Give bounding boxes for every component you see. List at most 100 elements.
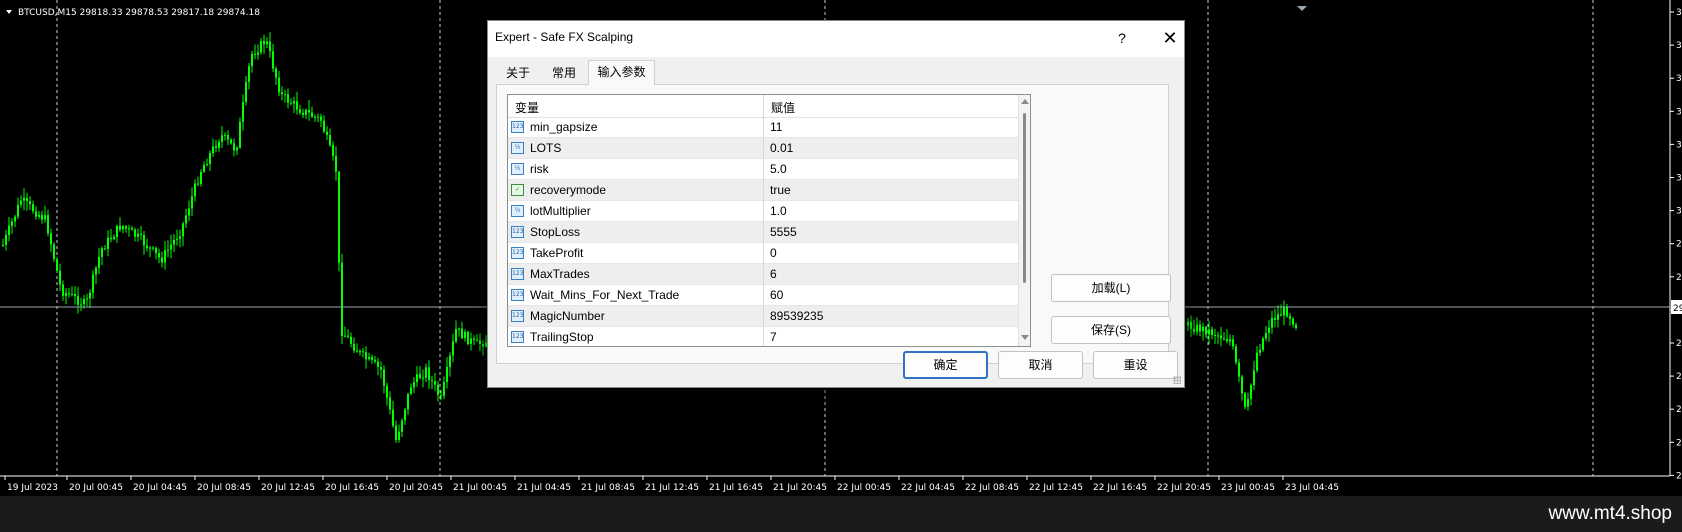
candle-body xyxy=(110,237,112,240)
table-row[interactable]: ½ lotMultiplier 1.0 xyxy=(508,201,1018,222)
save-button[interactable]: 保存(S) xyxy=(1051,316,1171,344)
candle-body xyxy=(167,249,169,251)
header-variable[interactable]: 变量 xyxy=(515,99,539,116)
parameter-value[interactable]: true xyxy=(770,183,791,197)
candle-body xyxy=(386,385,388,398)
table-row[interactable]: 123 MagicNumber 89539235 xyxy=(508,306,1018,327)
candle-body xyxy=(143,235,145,246)
parameter-name: LOTS xyxy=(530,141,562,155)
candle-body xyxy=(299,109,301,113)
candle-body xyxy=(305,109,307,115)
candle-body xyxy=(32,204,34,212)
candle-body xyxy=(281,92,283,95)
cancel-button[interactable]: 取消 xyxy=(998,351,1083,379)
time-tick-label: 22 Jul 08:45 xyxy=(965,483,1019,493)
parameter-value[interactable]: 5555 xyxy=(770,225,797,239)
footer-bar xyxy=(0,496,1682,532)
candle-body xyxy=(158,253,160,258)
candle-body xyxy=(104,248,106,250)
parameters-table[interactable]: 变量 赋值 123 min_gapsize 11 ½ LOTS 0.01 ½ risk 5.0 ✓… xyxy=(507,94,1031,347)
load-button[interactable]: 加载(L) xyxy=(1051,274,1171,302)
candle-body xyxy=(1289,316,1291,319)
header-separator[interactable] xyxy=(763,95,764,117)
candle-body xyxy=(1250,385,1252,399)
price-tick-label: 30192.50 xyxy=(1676,140,1682,150)
vertical-scrollbar[interactable] xyxy=(1018,95,1030,346)
tab-about[interactable]: 关于 xyxy=(498,62,538,84)
help-button[interactable]: ? xyxy=(1110,27,1134,49)
candle-body xyxy=(1205,326,1207,335)
header-value[interactable]: 赋值 xyxy=(771,99,795,116)
candle-body xyxy=(473,338,475,340)
candle-body xyxy=(287,94,289,103)
parameter-value[interactable]: 60 xyxy=(770,288,783,302)
table-row[interactable]: 123 Wait_Mins_For_Next_Trade 60 xyxy=(508,285,1018,306)
candle-body xyxy=(113,237,115,240)
parameter-value[interactable]: 89539235 xyxy=(770,309,823,323)
candle-body xyxy=(119,225,121,230)
candle-body xyxy=(140,233,142,235)
parameter-value[interactable]: 0 xyxy=(770,246,777,260)
candle-body xyxy=(185,215,187,224)
table-row[interactable]: ½ LOTS 0.01 xyxy=(508,138,1018,159)
candle-body xyxy=(467,331,469,344)
candle-body xyxy=(1271,317,1273,328)
candle-body xyxy=(431,380,433,382)
candle-body xyxy=(413,382,415,388)
candle-body xyxy=(92,274,94,293)
candle-body xyxy=(356,350,358,352)
candle-body xyxy=(239,121,241,148)
table-row[interactable]: 123 StopLoss 5555 xyxy=(508,222,1018,243)
table-row[interactable]: 123 TrailingStop 7 xyxy=(508,327,1018,346)
scroll-down-icon[interactable] xyxy=(1021,335,1029,340)
table-row[interactable]: 123 MaxTrades 6 xyxy=(508,264,1018,285)
parameter-value[interactable]: 5.0 xyxy=(770,162,787,176)
tab-input-parameters[interactable]: 输入参数 xyxy=(588,60,655,85)
candle-body xyxy=(152,247,154,249)
candle-body xyxy=(188,208,190,216)
candle-body xyxy=(320,116,322,121)
price-tick-label: 29548.40 xyxy=(1676,471,1682,481)
integer-icon: 123 xyxy=(511,226,524,238)
parameter-name: TrailingStop xyxy=(530,330,594,344)
candle-body xyxy=(1190,321,1192,329)
price-tick-label: 29740.30 xyxy=(1676,372,1682,382)
time-tick-label: 21 Jul 00:45 xyxy=(453,483,507,493)
tab-common[interactable]: 常用 xyxy=(544,62,584,84)
candle-body xyxy=(197,183,199,185)
candle-body xyxy=(1241,376,1243,394)
table-row[interactable]: ✓ recoverymode true xyxy=(508,180,1018,201)
parameter-value[interactable]: 1.0 xyxy=(770,204,787,218)
reset-button[interactable]: 重设 xyxy=(1093,351,1178,379)
double-icon: ½ xyxy=(511,205,524,217)
parameter-name: MaxTrades xyxy=(530,267,590,281)
candle-body xyxy=(59,270,61,285)
parameter-value[interactable]: 11 xyxy=(770,120,782,134)
time-tick-label: 20 Jul 20:45 xyxy=(389,483,443,493)
dialog-titlebar[interactable]: Expert - Safe FX Scalping ? ✕ xyxy=(488,21,1184,57)
candle-body xyxy=(1223,338,1225,340)
table-row[interactable]: 123 min_gapsize 11 xyxy=(508,117,1018,138)
candle-body xyxy=(284,94,286,96)
scroll-up-icon[interactable] xyxy=(1021,99,1029,104)
table-row[interactable]: ½ risk 5.0 xyxy=(508,159,1018,180)
parameter-value[interactable]: 0.01 xyxy=(770,141,793,155)
candle-body xyxy=(122,226,124,230)
scroll-thumb[interactable] xyxy=(1023,113,1026,283)
symbol-info: BTCUSD,M15 29818.33 29878.53 29817.18 29… xyxy=(18,8,260,18)
candle-body xyxy=(263,40,265,45)
candle-body xyxy=(1247,398,1249,407)
candle-body xyxy=(422,377,424,379)
candle-body xyxy=(38,214,40,217)
candle-body xyxy=(1244,393,1246,407)
parameter-value[interactable]: 7 xyxy=(770,330,777,344)
parameter-value[interactable]: 6 xyxy=(770,267,777,281)
close-button[interactable]: ✕ xyxy=(1156,26,1184,50)
candle-body xyxy=(1253,370,1255,386)
table-row[interactable]: 123 TakeProfit 0 xyxy=(508,243,1018,264)
resize-grip[interactable] xyxy=(1173,376,1181,384)
ok-button[interactable]: 确定 xyxy=(903,351,988,379)
candle-body xyxy=(350,336,352,344)
candle-body xyxy=(248,66,250,82)
candle-body xyxy=(332,145,334,156)
